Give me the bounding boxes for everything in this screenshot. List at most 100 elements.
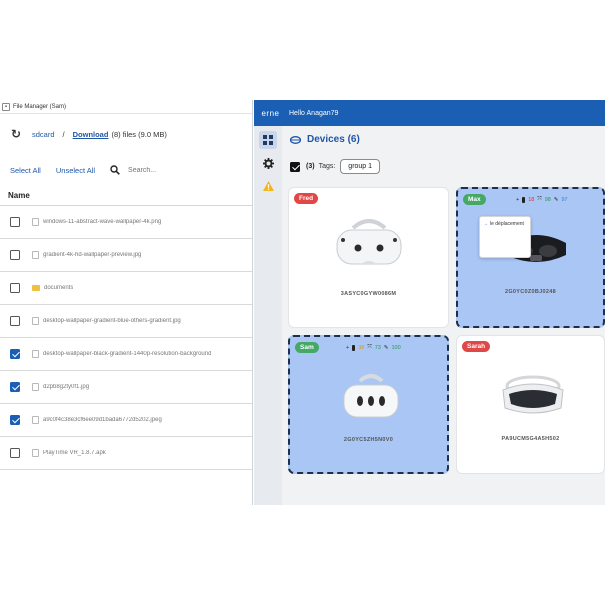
headset-image — [336, 219, 402, 265]
file-icon — [32, 251, 39, 259]
storage-level: 100 — [391, 344, 401, 351]
status-icon: + — [346, 344, 350, 351]
battery-level: 38 — [358, 344, 365, 351]
wifi-icon: ⤧ — [537, 196, 542, 202]
device-name-badge: Fred — [294, 193, 319, 204]
file-row[interactable]: desktop-wallpaper-black-gradient-1440p-r… — [0, 338, 252, 371]
file-icon — [32, 350, 39, 358]
device-serial: 3ASYC0GYW0086M — [340, 291, 397, 297]
file-row[interactable]: PlayTime VR_1.8.7.apk — [0, 437, 252, 470]
breadcrumb-separator: / — [62, 129, 65, 139]
device-card-selected[interactable]: Sam + 38 ⤧ 73 ✎ 100 2G0YC5ZH5N0V0 — [288, 335, 449, 474]
file-name: d2pb8g2ty0f1.jpg — [43, 384, 90, 390]
file-manager-titlebar: ▪ File Manager (Sam) — [0, 100, 252, 114]
window-title: File Manager (Sam) — [13, 103, 67, 110]
device-serial: 2G0YC5ZH5N0V0 — [343, 437, 394, 443]
row-checkbox[interactable] — [10, 448, 20, 458]
battery-icon — [352, 344, 356, 351]
wifi-level: 73 — [374, 344, 381, 351]
file-icon — [32, 317, 39, 325]
app-icon: ▪ — [2, 102, 10, 111]
file-name: a9c0f4c38e3cf6ee09d1bada6772d5202.jpeg — [43, 417, 162, 423]
page-title: Devices (6) — [290, 134, 360, 145]
file-name: desktop-wallpaper-black-gradient-1440p-r… — [43, 351, 212, 357]
devices-panel: Devices (6) (3) Tags: group 1 Fred 3ASYC… — [282, 126, 605, 505]
headset-image — [343, 374, 399, 418]
file-name: desktop-wallpaper-gradient-blue-others-g… — [43, 318, 181, 324]
file-row[interactable]: desktop-wallpaper-gradient-blue-others-g… — [0, 305, 252, 338]
file-list: windows-11-abstract-wave-wallpaper-4k.pn… — [0, 206, 252, 470]
row-checkbox[interactable] — [10, 283, 20, 293]
breadcrumb-current[interactable]: Download — [73, 130, 109, 139]
tooltip-text: le déplacement — [490, 221, 524, 227]
headset-icon — [290, 135, 301, 144]
device-name-badge: Sarah — [462, 341, 491, 352]
select-all-button[interactable]: Select All — [10, 166, 41, 175]
file-icon — [32, 449, 39, 457]
dashboard-icon[interactable] — [259, 131, 277, 149]
file-actions: Select All Unselect All — [0, 154, 252, 186]
row-checkbox[interactable] — [10, 382, 20, 392]
device-serial: 2G0YC0Z0BJ0248 — [505, 289, 556, 295]
wifi-level: 98 — [544, 196, 551, 203]
name-column-header[interactable]: Name — [0, 186, 252, 206]
device-serial: PA9UCM5G4A5H502 — [501, 436, 560, 442]
file-icon — [32, 218, 39, 226]
file-count: (8) files (9.0 MB) — [111, 129, 167, 139]
file-icon — [32, 416, 39, 424]
app-logo[interactable]: erne — [254, 109, 287, 118]
device-name-badge: Sam — [295, 342, 319, 353]
file-icon — [32, 383, 39, 391]
devices-title: Devices (6) — [307, 134, 360, 145]
folder-icon — [32, 285, 40, 291]
headset-image — [502, 375, 564, 414]
file-row[interactable]: a9c0f4c38e3cf6ee09d1bada6772d5202.jpeg — [0, 404, 252, 437]
row-checkbox[interactable] — [10, 349, 20, 359]
file-name: gradient-4k-hd-wallpaper-preview.jpg — [43, 252, 142, 258]
file-manager-window: ▪ File Manager (Sam) ↻ sdcard / Download… — [0, 100, 253, 505]
refresh-icon[interactable]: ↻ — [11, 127, 25, 141]
search-input[interactable] — [128, 166, 219, 174]
gear-icon[interactable] — [259, 154, 277, 172]
user-greeting: Hello Anagan79 — [289, 109, 339, 117]
file-row[interactable]: documents — [0, 272, 252, 305]
row-checkbox[interactable] — [10, 415, 20, 425]
file-row[interactable]: windows-11-abstract-wave-wallpaper-4k.pn… — [0, 206, 252, 239]
row-checkbox[interactable] — [10, 217, 20, 227]
selected-count: (3) — [306, 163, 315, 170]
unselect-all-button[interactable]: Unselect All — [56, 166, 95, 175]
device-stats: + 38 ⤧ 73 ✎ 100 — [346, 344, 401, 351]
device-card[interactable]: Sarah PA9UCM5G4A5H502 — [456, 335, 605, 474]
device-card-selected[interactable]: Max + 18 ⤧ 98 ✎ 97 2G0YC0Z0BJ0248 — [456, 187, 605, 328]
warning-icon[interactable] — [259, 177, 277, 195]
device-card[interactable]: Fred 3ASYC0GYW0086M — [288, 187, 449, 328]
select-all-devices-checkbox[interactable] — [290, 161, 300, 172]
battery-level: 18 — [528, 196, 535, 203]
storage-icon: ✎ — [383, 344, 389, 351]
storage-level: 97 — [561, 196, 568, 203]
status-icon: + — [516, 196, 520, 203]
file-name: PlayTime VR_1.8.7.apk — [43, 450, 106, 456]
search-icon[interactable] — [110, 165, 120, 175]
battery-icon — [522, 196, 526, 203]
breadcrumb-root[interactable]: sdcard — [32, 130, 55, 139]
device-stats: + 18 ⤧ 98 ✎ 97 — [516, 196, 568, 203]
move-tooltip: → le déplacement — [479, 216, 531, 258]
row-checkbox[interactable] — [10, 250, 20, 260]
selection-filter: (3) Tags: group 1 — [290, 159, 381, 174]
app-header: erne Hello Anagan79 — [254, 100, 605, 126]
file-row[interactable]: d2pb8g2ty0f1.jpg — [0, 371, 252, 404]
breadcrumb: ↻ sdcard / Download (8) files (9.0 MB) — [0, 114, 252, 154]
row-checkbox[interactable] — [10, 316, 20, 326]
device-name-badge: Max — [463, 194, 486, 205]
side-rail — [254, 126, 282, 505]
file-name: windows-11-abstract-wave-wallpaper-4k.pn… — [43, 219, 162, 225]
tag-chip[interactable]: group 1 — [340, 159, 381, 174]
file-name: documents — [44, 285, 74, 291]
arrow-right-icon: → — [483, 221, 488, 227]
tags-label: Tags: — [318, 163, 336, 170]
device-manager-window: erne Hello Anagan79 Devices (6) (3) Tags… — [254, 100, 605, 505]
wifi-icon: ⤧ — [367, 344, 372, 350]
storage-icon: ✎ — [553, 196, 559, 203]
file-row[interactable]: gradient-4k-hd-wallpaper-preview.jpg — [0, 239, 252, 272]
